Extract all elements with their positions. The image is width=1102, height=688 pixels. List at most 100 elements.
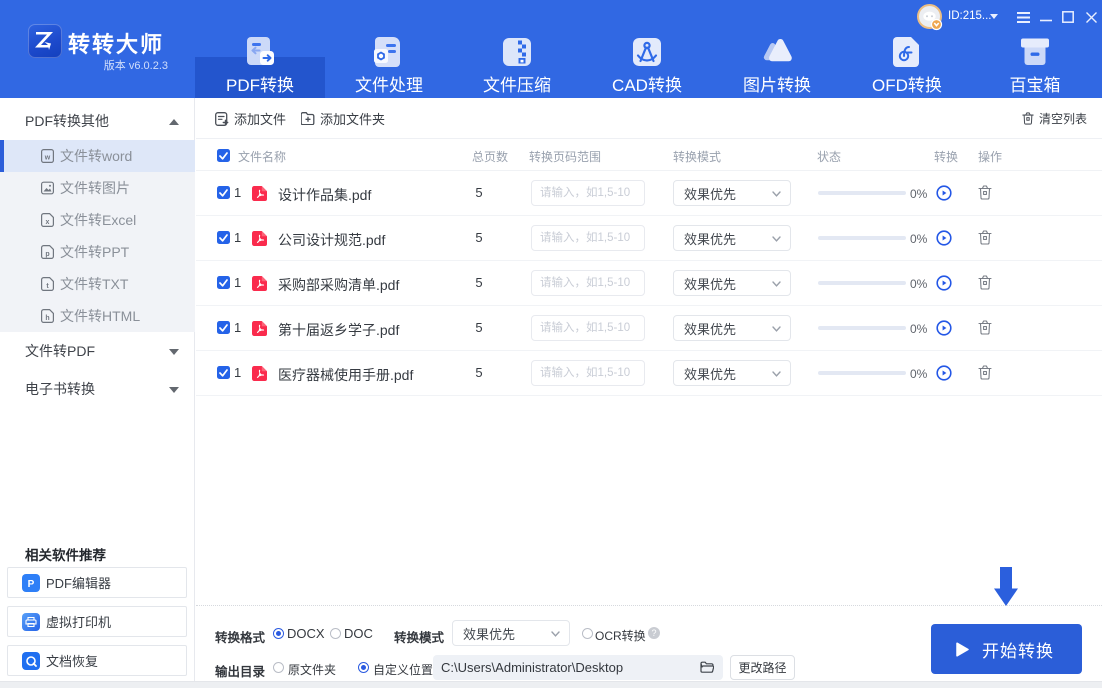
virtual-printer-icon: [22, 613, 40, 631]
user-dropdown-caret-icon[interactable]: [990, 14, 998, 19]
page-range-input[interactable]: [531, 180, 645, 206]
ocr-info-icon[interactable]: ?: [648, 627, 660, 639]
file-name: 公司设计规范.pdf: [278, 230, 385, 250]
mode-select-value: 效果优先: [684, 184, 736, 203]
delete-row-icon[interactable]: [978, 365, 993, 381]
progress-percent: 0%: [910, 322, 927, 336]
pdf-editor-icon: P: [22, 574, 40, 592]
user-id[interactable]: ID:215...: [948, 10, 991, 22]
start-row-convert-button[interactable]: [936, 230, 952, 246]
progress-percent: 0%: [910, 187, 927, 201]
radio-docx[interactable]: [273, 628, 284, 639]
mode-select-value: 效果优先: [684, 229, 736, 248]
sidebar-item-label: 文件转HTML: [60, 306, 140, 326]
delete-row-icon[interactable]: [978, 275, 993, 291]
toolbox-icon: [1017, 36, 1053, 67]
user-avatar[interactable]: [917, 4, 942, 29]
clear-list-icon: [1022, 112, 1034, 125]
delete-row-icon[interactable]: [978, 230, 993, 246]
row-checkbox[interactable]: [217, 186, 230, 199]
table-header: 文件名称 总页数 转换页码范围 转换模式 状态 转换 操作: [196, 139, 1102, 171]
promo-label: 文档恢复: [46, 651, 98, 670]
start-row-convert-button[interactable]: [936, 365, 952, 381]
tab-label: 图片转换: [712, 71, 842, 96]
page-count: 5: [466, 275, 492, 290]
add-file-button[interactable]: 添加文件: [215, 98, 286, 139]
tab-label: OFD转换: [842, 71, 972, 96]
chevron-down-icon: [772, 371, 781, 377]
col-file-name: 文件名称: [238, 148, 286, 165]
start-row-convert-button[interactable]: [936, 185, 952, 201]
mode-select[interactable]: 效果优先: [673, 180, 791, 206]
start-row-convert-button[interactable]: [936, 320, 952, 336]
radio-source-folder-label: 原文件夹: [288, 661, 336, 678]
sidebar-group-label: 文件转PDF: [25, 341, 95, 361]
row-index: 1: [234, 275, 241, 290]
doc-txt-icon: t: [41, 277, 54, 291]
clear-list-button[interactable]: 清空列表: [1022, 98, 1087, 139]
mode-select[interactable]: 效果优先: [673, 270, 791, 296]
start-row-convert-button[interactable]: [936, 275, 952, 291]
pdf-file-icon: [252, 276, 267, 291]
sidebar-group-file-to-pdf[interactable]: 文件转PDF: [0, 332, 195, 370]
open-folder-icon: [700, 661, 714, 673]
promo-pdf-editor[interactable]: P PDF编辑器: [7, 567, 187, 598]
delete-row-icon[interactable]: [978, 320, 993, 336]
sidebar-item-file-to-word[interactable]: w 文件转word: [0, 140, 195, 172]
sidebar-group-pdf-convert-other[interactable]: PDF转换其他: [0, 102, 195, 140]
mode-select-value: 效果优先: [684, 319, 736, 338]
mode-select-value: 效果优先: [684, 274, 736, 293]
radio-source-folder[interactable]: [273, 662, 284, 673]
doc-excel-icon: x: [41, 213, 54, 227]
mode-select[interactable]: 效果优先: [673, 225, 791, 251]
chevron-down-icon: [772, 191, 781, 197]
row-checkbox[interactable]: [217, 366, 230, 379]
chevron-down-icon: [772, 281, 781, 287]
promo-doc-recovery[interactable]: 文档恢复: [7, 645, 187, 676]
radio-ocr[interactable]: [582, 628, 593, 639]
change-path-button[interactable]: 更改路径: [730, 655, 795, 680]
output-label: 输出目录: [215, 661, 265, 680]
tab-label: 文件压缩: [452, 71, 582, 96]
close-button[interactable]: [1078, 0, 1102, 34]
output-path-field[interactable]: C:\Users\Administrator\Desktop: [433, 655, 723, 680]
radio-custom-location[interactable]: [358, 662, 369, 673]
sidebar-item-file-to-ppt[interactable]: p 文件转PPT: [0, 236, 195, 268]
mode-select-bottom[interactable]: 效果优先: [452, 620, 570, 646]
delete-row-icon[interactable]: [978, 185, 993, 201]
row-checkbox[interactable]: [217, 231, 230, 244]
window-controls: ID:215...: [0, 0, 1102, 36]
sidebar-item-file-to-txt[interactable]: t 文件转TXT: [0, 268, 195, 300]
pdf-file-icon: [252, 231, 267, 246]
tab-label: 百宝箱: [970, 71, 1100, 96]
file-name: 设计作品集.pdf: [278, 185, 371, 205]
change-path-label: 更改路径: [738, 659, 786, 676]
clear-list-label: 清空列表: [1039, 110, 1087, 127]
page-range-input[interactable]: [531, 225, 645, 251]
select-all-checkbox[interactable]: [217, 149, 230, 162]
mode-select[interactable]: 效果优先: [673, 360, 791, 386]
radio-doc[interactable]: [330, 628, 341, 639]
add-folder-button[interactable]: 添加文件夹: [301, 98, 385, 139]
sidebar-group-label: PDF转换其他: [25, 111, 109, 131]
sidebar-group-ebook-convert[interactable]: 电子书转换: [0, 370, 195, 408]
row-checkbox[interactable]: [217, 276, 230, 289]
page-range-input[interactable]: [531, 315, 645, 341]
pdf-file-icon: [252, 321, 267, 336]
sidebar-item-label: 文件转图片: [60, 178, 130, 198]
sidebar-item-file-to-excel[interactable]: x 文件转Excel: [0, 204, 195, 236]
page-range-input[interactable]: [531, 360, 645, 386]
row-checkbox[interactable]: [217, 321, 230, 334]
start-convert-button[interactable]: 开始转换: [931, 624, 1082, 674]
col-status: 状态: [817, 148, 841, 165]
radio-doc-label: DOC: [344, 626, 373, 641]
mode-select[interactable]: 效果优先: [673, 315, 791, 341]
sidebar-item-file-to-html[interactable]: h 文件转HTML: [0, 300, 195, 332]
progress-percent: 0%: [910, 277, 927, 291]
file-name: 采购部采购清单.pdf: [278, 275, 399, 295]
page-range-input[interactable]: [531, 270, 645, 296]
promo-label: PDF编辑器: [46, 573, 111, 592]
promo-virtual-printer[interactable]: 虚拟打印机: [7, 606, 187, 637]
collapse-up-icon: [169, 112, 179, 130]
sidebar-item-file-to-image[interactable]: 文件转图片: [0, 172, 195, 204]
